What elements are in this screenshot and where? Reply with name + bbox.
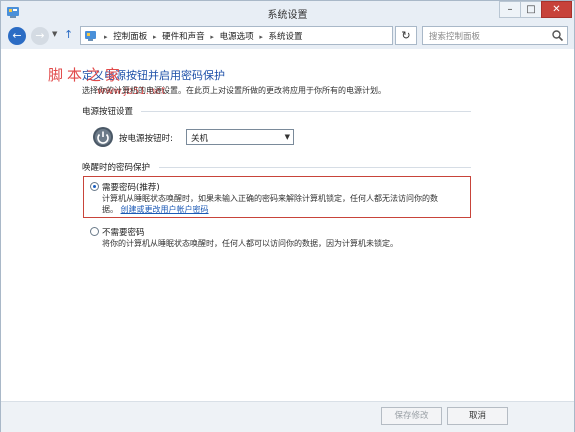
no-password-desc: 将你的计算机从睡眠状态唤醒时，任何人都可以访问你的数据，因为计算机未锁定。 [102,239,398,248]
content-area [1,49,574,401]
forward-button[interactable]: → [31,27,49,45]
power-icon [93,127,113,147]
navigation-bar: ← → ▼ ↑ ▸ 控制面板 ▸ 硬件和声音 ▸ 电源选项 ▸ 系统设置 ▼ ↻ [1,23,574,49]
require-password-desc-line1: 计算机从睡眠状态唤醒时，如果未输入正确的密码来解除计算机锁定，任何人都无法访问你… [102,194,438,203]
divider [159,167,471,168]
save-changes-button[interactable]: 保存修改 [381,407,442,425]
search-placeholder: 搜索控制面板 [429,32,481,42]
maximize-button[interactable]: □ [520,1,542,18]
no-password-radio[interactable] [90,227,99,236]
search-input[interactable]: 搜索控制面板 [422,26,568,45]
window: 系统设置 – □ ✕ ← → ▼ ↑ ▸ 控制面板 ▸ 硬件和声音 ▸ 电源选项… [0,0,575,432]
section-title-power-buttons: 电源按钮设置 [82,107,134,117]
breadcrumb-hardware-sound[interactable]: 硬件和声音 [162,32,205,42]
breadcrumb-system-settings[interactable]: 系统设置 [269,32,303,42]
title-bar: 系统设置 – □ ✕ [1,1,574,23]
refresh-button[interactable]: ↻ [395,26,417,45]
require-password-radio[interactable] [90,182,99,191]
watermark-text: 脚本之家 [48,66,125,84]
require-password-desc: 计算机从睡眠状态唤醒时，如果未输入正确的密码来解除计算机锁定，任何人都无法访问你… [102,193,438,215]
search-icon[interactable] [551,29,564,42]
power-button-action-value: 关机 [191,134,209,144]
section-title-wake-password: 唤醒时的密码保护 [82,163,151,173]
back-button[interactable]: ← [8,27,26,45]
power-button-label: 按电源按钮时: [119,134,173,144]
address-bar[interactable]: ▸ 控制面板 ▸ 硬件和声音 ▸ 电源选项 ▸ 系统设置 ▼ [80,26,458,45]
require-password-desc-line2: 据。 [102,205,118,214]
power-button-action-select[interactable]: 关机 ▼ [186,129,294,145]
chevron-down-icon: ▼ [284,133,290,141]
minimize-button[interactable]: – [499,1,521,18]
cancel-button[interactable]: 取消 [447,407,508,425]
breadcrumb-power-options[interactable]: 电源选项 [220,32,254,42]
require-password-label[interactable]: 需要密码(推荐) [102,181,160,193]
bottom-bar: 保存修改 取消 [1,401,574,432]
window-title: 系统设置 [267,10,308,21]
create-change-password-link[interactable]: 创建或更改用户帐户密码 [121,205,209,214]
breadcrumb: ▸ 控制面板 ▸ 硬件和声音 ▸ 电源选项 ▸ 系统设置 [104,32,303,42]
breadcrumb-control-panel[interactable]: 控制面板 [113,32,147,42]
recent-pages-chevron-icon[interactable]: ▼ [52,30,57,38]
close-button[interactable]: ✕ [541,1,572,18]
control-panel-small-icon [85,31,96,41]
up-arrow-icon[interactable]: ↑ [64,28,73,41]
no-password-label[interactable]: 不需要密码 [102,226,145,238]
page-description: 选择你的计算机的电源设置。在此页上对设置所做的更改将应用于你所有的电源计划。 [82,86,386,95]
divider [141,111,471,112]
